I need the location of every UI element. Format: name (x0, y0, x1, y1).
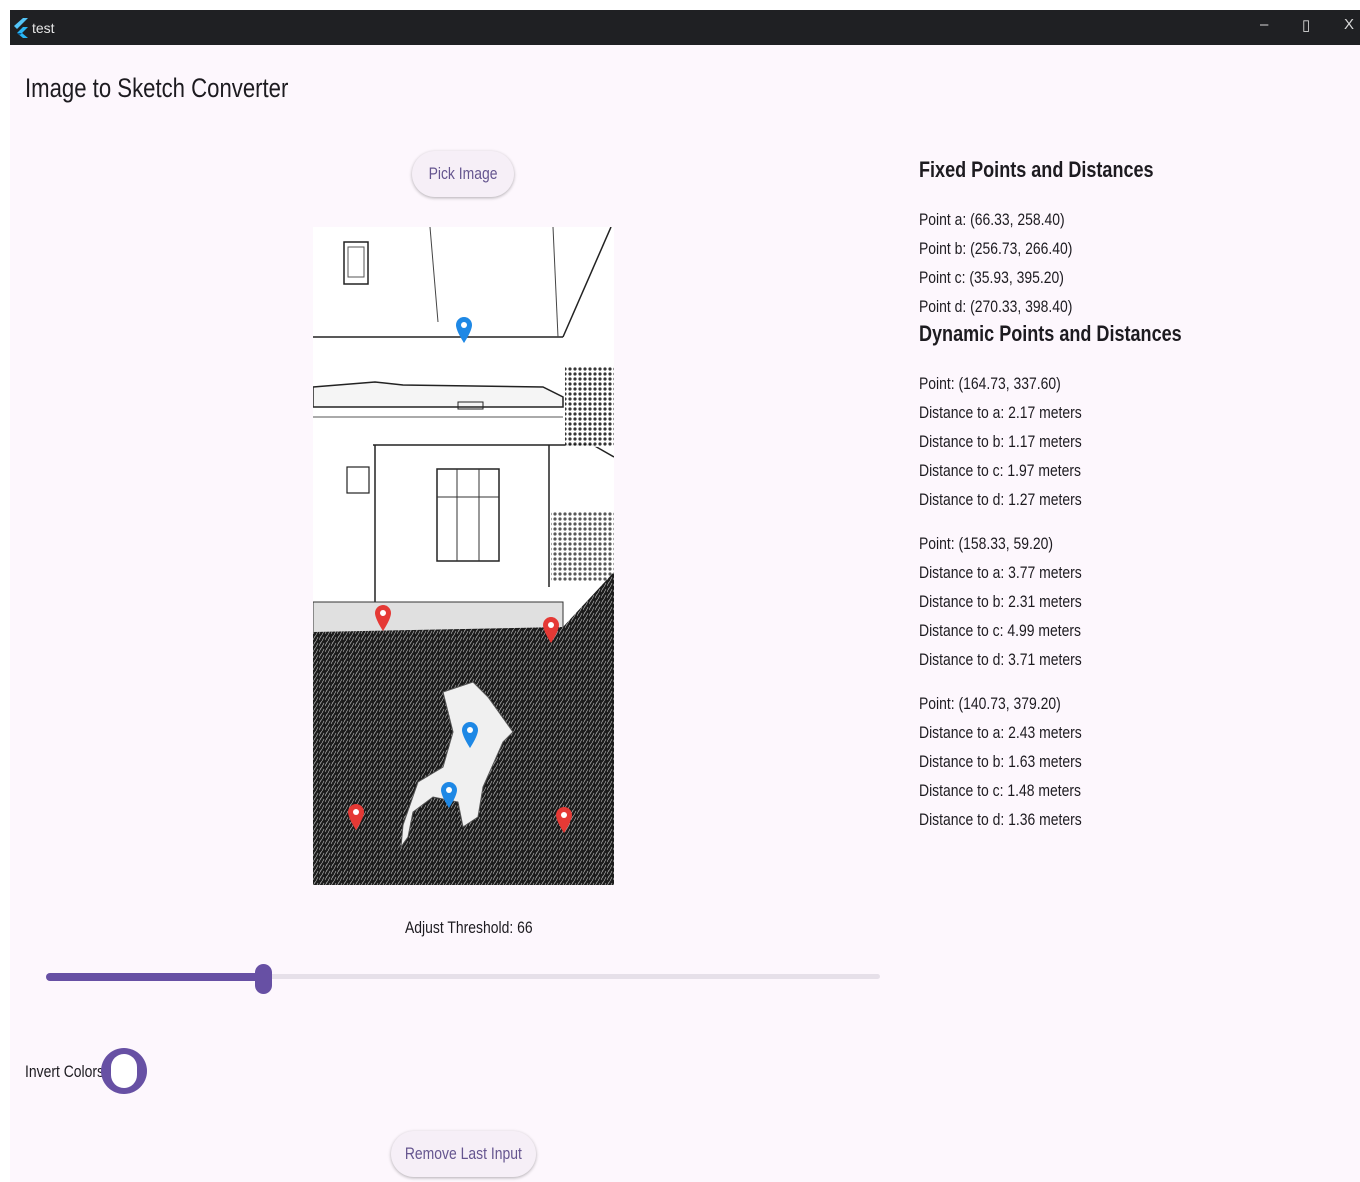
distance-to-d: Distance to d: 1.27 meters (919, 490, 1082, 509)
dynamic-point-pin-icon (441, 782, 457, 808)
maximize-button[interactable]: ▯ (1302, 16, 1310, 34)
distance-to-b: Distance to b: 1.63 meters (919, 752, 1082, 771)
threshold-slider-thumb[interactable] (255, 964, 272, 994)
pick-image-label: Pick Image (428, 164, 498, 183)
dynamic-point-group: Point: (140.73, 379.20) Distance to a: 2… (919, 689, 1339, 834)
window-title: test (32, 20, 55, 36)
remove-last-input-button[interactable]: Remove Last Input (391, 1131, 536, 1177)
dynamic-points-list: Point: (164.73, 337.60) Distance to a: 2… (919, 369, 1339, 834)
distance-to-a: Distance to a: 2.17 meters (919, 403, 1082, 422)
distance-to-c: Distance to c: 1.97 meters (919, 461, 1081, 480)
fixed-points-list: Point a: (66.33, 258.40) Point b: (256.7… (919, 205, 1339, 321)
remove-last-input-label: Remove Last Input (404, 1144, 523, 1163)
distance-to-b: Distance to b: 1.17 meters (919, 432, 1082, 451)
distance-to-d: Distance to d: 1.36 meters (919, 810, 1082, 829)
invert-colors-toggle[interactable] (101, 1048, 147, 1094)
dynamic-point-pin-icon (462, 722, 478, 748)
dynamic-point-group: Point: (158.33, 59.20) Distance to a: 3.… (919, 529, 1339, 674)
threshold-slider-track[interactable] (262, 974, 880, 979)
dynamic-point-coords: Point: (140.73, 379.20) (919, 694, 1061, 713)
distance-to-a: Distance to a: 3.77 meters (919, 563, 1082, 582)
fixed-point-c: Point c: (35.93, 395.20) (919, 268, 1064, 287)
distance-to-a: Distance to a: 2.43 meters (919, 723, 1082, 742)
dynamic-point-group: Point: (164.73, 337.60) Distance to a: 2… (919, 369, 1339, 514)
threshold-label: Adjust Threshold: 66 (405, 918, 533, 937)
minimize-button[interactable]: – (1260, 16, 1268, 33)
dynamic-point-coords: Point: (164.73, 337.60) (919, 374, 1061, 393)
distance-to-c: Distance to c: 1.48 meters (919, 781, 1081, 800)
distance-to-b: Distance to b: 2.31 meters (919, 592, 1082, 611)
invert-colors-label: Invert Colors (25, 1062, 105, 1081)
app-content: Image to Sketch Converter Pick Image Adj… (10, 45, 1360, 1182)
fixed-point-d: Point d: (270.33, 398.40) (919, 297, 1073, 316)
fixed-point-pin-icon (543, 617, 559, 643)
fixed-point-b: Point b: (256.73, 266.40) (919, 239, 1073, 258)
distances-panel: Fixed Points and Distances Point a: (66.… (919, 157, 1339, 849)
fixed-point-pin-icon (556, 807, 572, 833)
page-title: Image to Sketch Converter (25, 73, 289, 103)
flutter-logo-icon (14, 18, 28, 38)
distance-to-c: Distance to c: 4.99 meters (919, 621, 1081, 640)
dynamic-point-coords: Point: (158.33, 59.20) (919, 534, 1054, 553)
sketch-image[interactable] (313, 227, 614, 885)
threshold-slider-active-track[interactable] (46, 973, 264, 981)
fixed-point-pin-icon (348, 804, 364, 830)
fixed-point-a: Point a: (66.33, 258.40) (919, 210, 1065, 229)
pick-image-button[interactable]: Pick Image (412, 151, 514, 197)
fixed-point-pin-icon (375, 605, 391, 631)
distance-to-d: Distance to d: 3.71 meters (919, 650, 1082, 669)
dynamic-point-pin-icon (456, 317, 472, 343)
toggle-knob (111, 1054, 137, 1088)
close-button[interactable]: X (1344, 16, 1354, 33)
fixed-points-heading: Fixed Points and Distances (919, 157, 1154, 182)
dynamic-points-heading: Dynamic Points and Distances (919, 321, 1182, 346)
window-titlebar: test – ▯ X (10, 10, 1360, 45)
